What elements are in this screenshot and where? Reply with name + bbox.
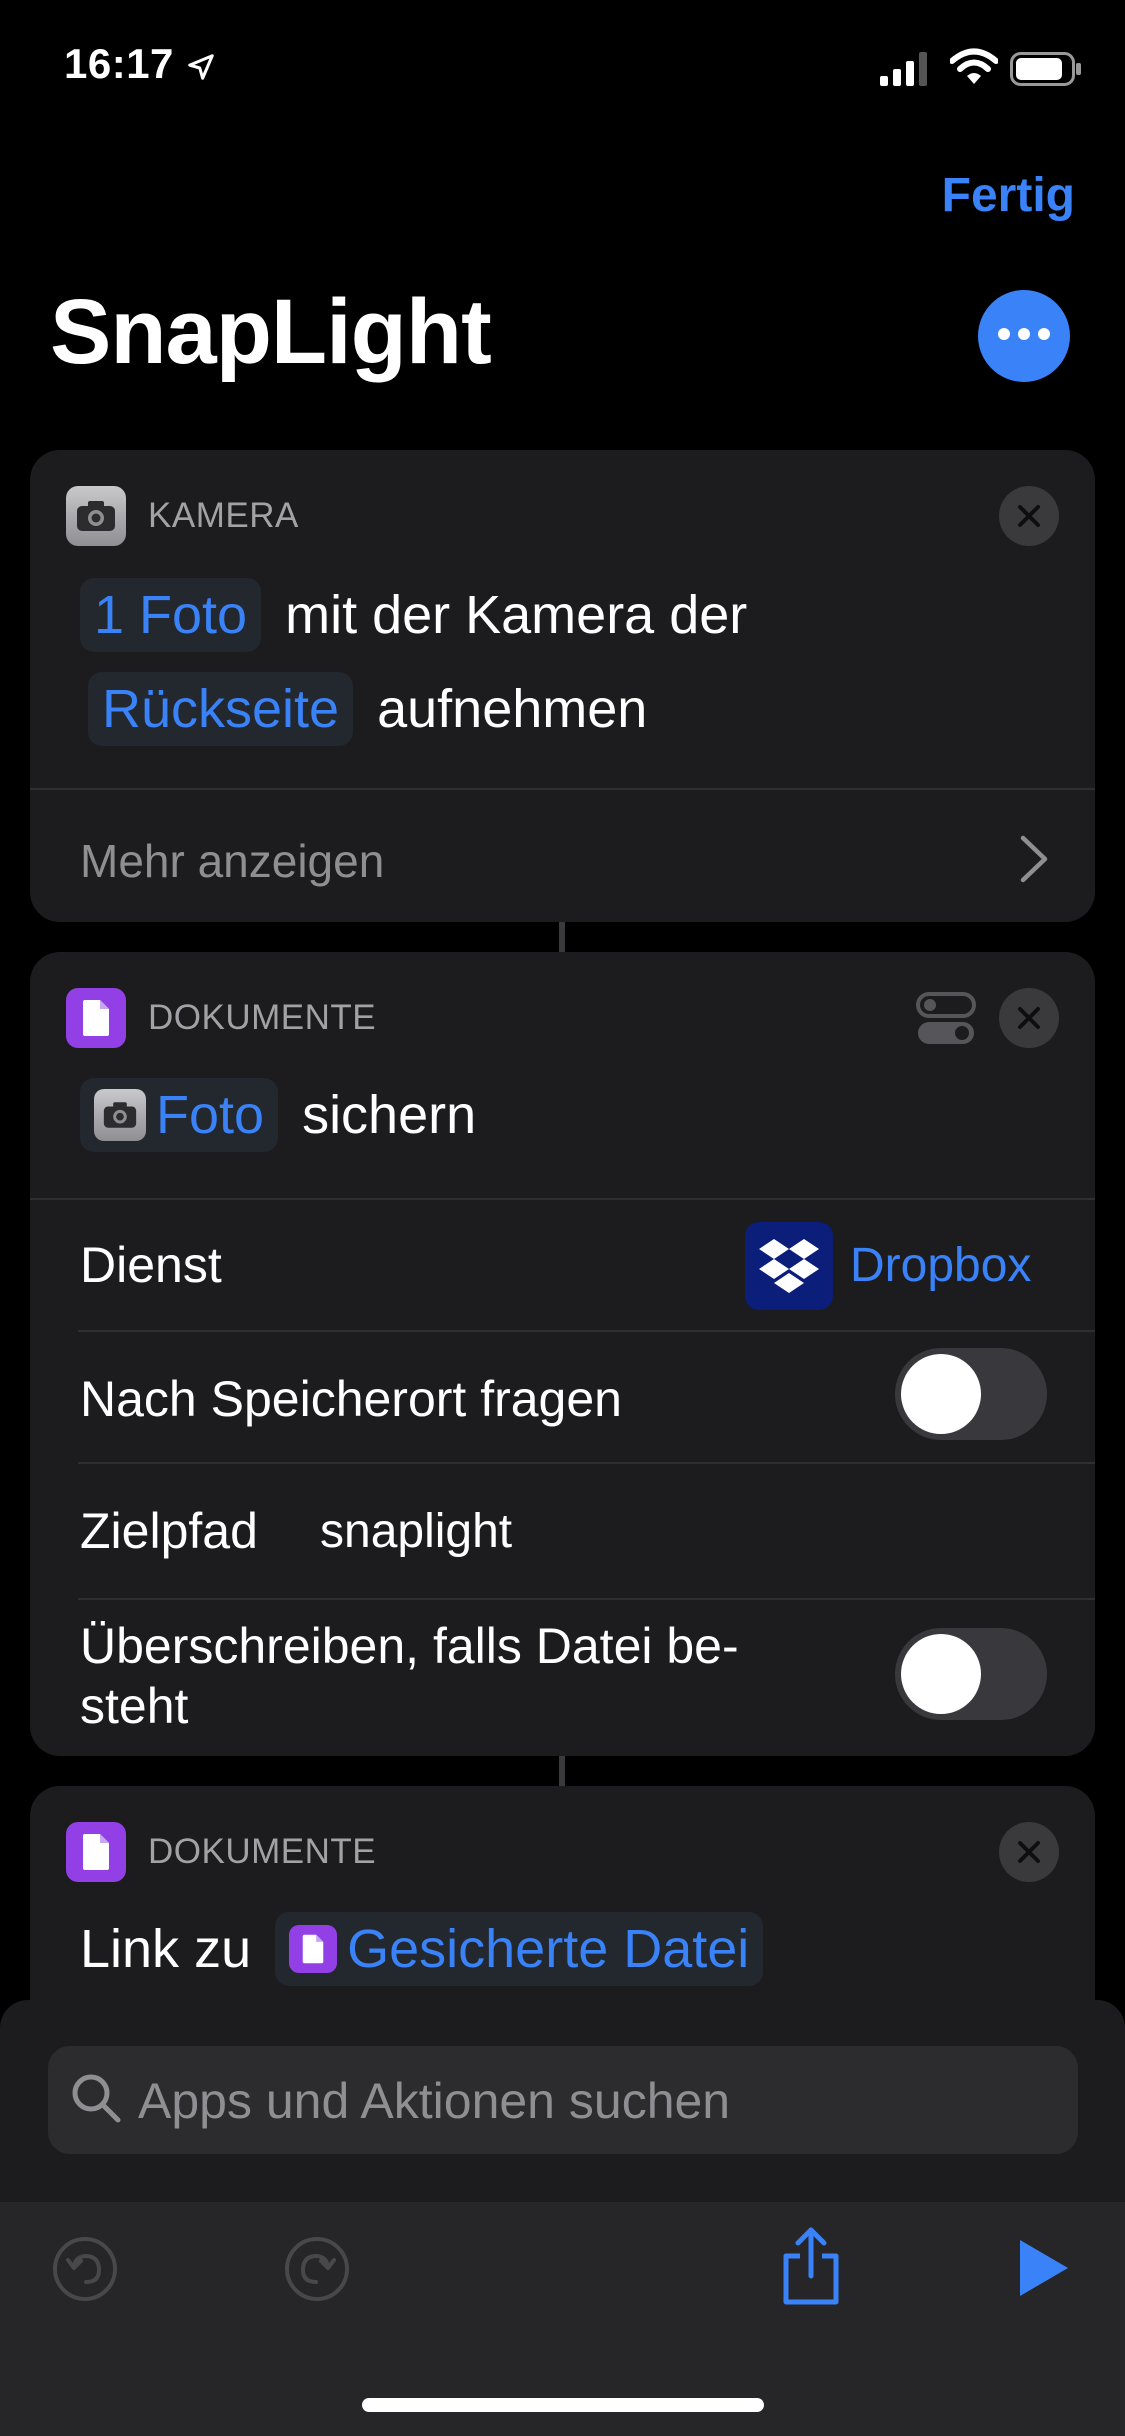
token-label: Gesicherte Datei [347, 1919, 750, 1979]
chevron-right-icon [1020, 835, 1048, 883]
overwrite-label: Überschreiben, falls Datei be- steht [80, 1616, 739, 1736]
divider [30, 788, 1095, 790]
redo-icon[interactable] [284, 2236, 350, 2302]
done-button[interactable]: Fertig [942, 168, 1075, 223]
play-icon[interactable] [1016, 2238, 1070, 2298]
close-icon [1018, 1007, 1040, 1029]
remove-action-button[interactable] [999, 486, 1059, 546]
remove-action-button[interactable] [999, 1822, 1059, 1882]
search-icon [72, 2074, 121, 2123]
camera-icon [94, 1089, 146, 1141]
close-icon [1018, 505, 1040, 527]
status-time: 16:17 [64, 40, 174, 87]
toggle-knob [901, 1634, 981, 1714]
flow-connector [559, 922, 565, 952]
action-text: sichern [302, 1085, 477, 1145]
ask-location-toggle[interactable] [895, 1348, 1047, 1440]
more-icon [994, 327, 1054, 345]
overwrite-toggle[interactable] [895, 1628, 1047, 1720]
home-indicator [362, 2398, 764, 2412]
destination-path-label: Zielpfad [80, 1503, 258, 1559]
remove-action-button[interactable] [999, 988, 1059, 1048]
location-arrow-icon [188, 54, 214, 80]
destination-path-field[interactable]: snaplight [320, 1504, 512, 1559]
divider [78, 1462, 1095, 1464]
divider [30, 1198, 1095, 1200]
category-label: KAMERA [148, 496, 299, 535]
show-more-link[interactable]: Mehr anzeigen [80, 834, 384, 888]
wifi-icon [950, 48, 998, 84]
document-icon [289, 1925, 338, 1973]
divider [78, 1598, 1095, 1600]
more-button[interactable] [978, 290, 1070, 382]
action-text-2: aufnehmen [377, 679, 648, 739]
ask-location-label: Nach Speicherort fragen [80, 1371, 622, 1427]
action-card-save-file[interactable]: DOKUMENTE Foto sichern Dienst Dropbox Na… [30, 952, 1095, 1756]
document-icon [66, 1822, 126, 1882]
battery-icon [1010, 52, 1081, 86]
service-value[interactable]: Dropbox [850, 1238, 1031, 1293]
signal-icon [880, 52, 927, 86]
variant-toggle-icon[interactable] [915, 988, 977, 1050]
category-label: DOKUMENTE [148, 998, 377, 1037]
camera-icon [66, 486, 126, 546]
service-label: Dienst [80, 1237, 222, 1293]
flow-connector [559, 1756, 565, 1786]
photo-count-token[interactable]: 1 Foto [80, 578, 262, 652]
page-title: SnapLight [50, 281, 492, 383]
document-icon [66, 988, 126, 1048]
close-icon [1018, 1841, 1040, 1863]
action-text: mit der Kamera der [285, 585, 748, 645]
action-card-camera[interactable]: KAMERA 1 Foto mit der Kamera der Rücksei… [30, 450, 1095, 922]
dropbox-icon [745, 1222, 833, 1310]
token-label: Foto [156, 1085, 265, 1145]
overwrite-label-line1: Überschreiben, falls Datei be- [80, 1618, 739, 1674]
overwrite-label-line2: steht [80, 1678, 189, 1734]
toggle-knob [901, 1354, 981, 1434]
saved-file-token[interactable]: Gesicherte Datei [275, 1912, 764, 1986]
search-placeholder: Apps und Aktionen suchen [138, 2073, 731, 2129]
category-label: DOKUMENTE [148, 1832, 377, 1871]
undo-icon[interactable] [52, 2236, 118, 2302]
share-icon[interactable] [780, 2226, 842, 2306]
action-card-get-link[interactable]: DOKUMENTE Link zu Gesicherte Datei [30, 1786, 1095, 2026]
camera-side-token[interactable]: Rückseite [88, 672, 354, 746]
divider [78, 1330, 1095, 1332]
photo-variable-token[interactable]: Foto [80, 1078, 279, 1152]
action-text: Link zu [80, 1919, 252, 1979]
